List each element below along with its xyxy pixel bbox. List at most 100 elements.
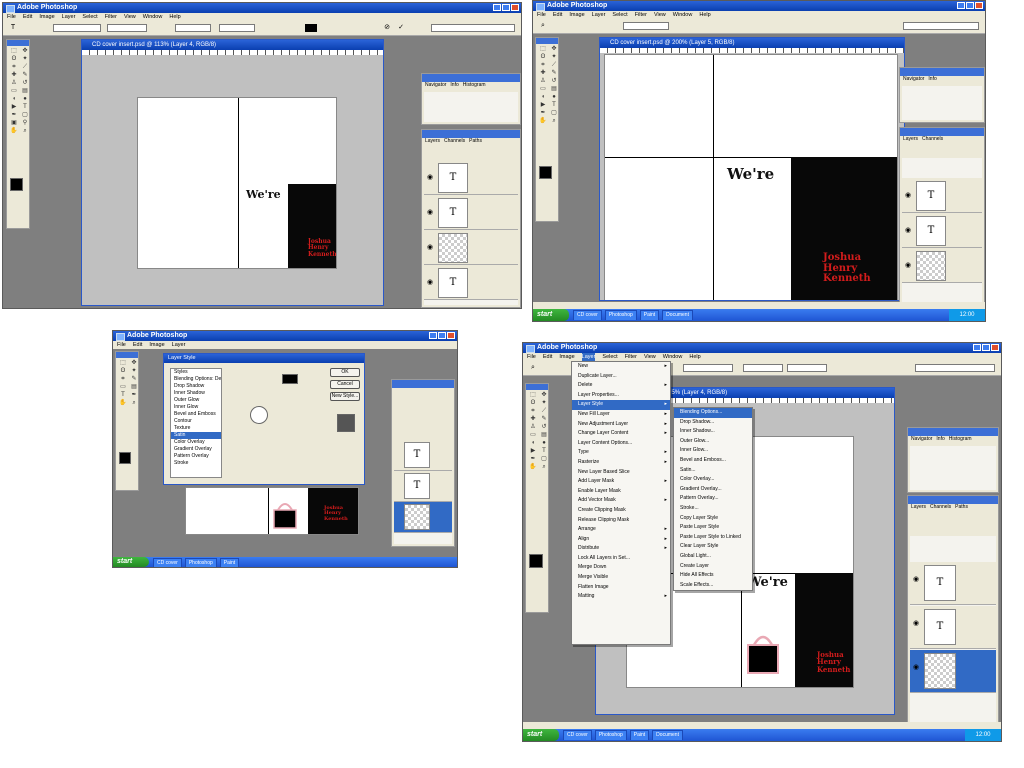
eye-icon[interactable]: ◉ [427,278,433,286]
effect-color-swatch[interactable] [282,374,298,384]
ok-button[interactable]: OK [330,368,360,377]
style-item[interactable]: Gradient Overlay [171,446,221,453]
menu-layer[interactable]: Layer [62,13,76,21]
submenu-item-pattern-overlay[interactable]: Pattern Overlay... [674,494,752,504]
healing-tool-icon[interactable]: ✚ [538,70,548,77]
stamp-tool-icon[interactable]: ♙ [9,80,19,87]
zoom-tool-icon[interactable]: ⌕ [129,400,139,407]
style-item[interactable]: Drop Shadow [171,383,221,390]
taskbar-item[interactable]: Photoshop [594,730,627,740]
menu-item-merge-down[interactable]: Merge Down [572,563,670,573]
tab-histogram[interactable]: Histogram [949,436,972,443]
blur-tool-icon[interactable]: ◖ [538,94,548,101]
menu-item-layer-properties[interactable]: Layer Properties... [572,391,670,401]
crop-tool-icon[interactable]: ⌗ [9,64,19,71]
style-item[interactable]: Styles [171,369,221,376]
submenu-item-clear-style[interactable]: Clear Layer Style [674,542,752,552]
pen-tool-icon[interactable]: ✒ [538,110,548,117]
submenu-item-drop-shadow[interactable]: Drop Shadow... [674,418,752,428]
magic-wand-icon[interactable]: ✦ [539,400,549,407]
minimize-button[interactable] [429,332,437,339]
menu-item-layer-content-options[interactable]: Layer Content Options... [572,439,670,449]
submenu-item-inner-glow[interactable]: Inner Glow... [674,446,752,456]
canvas[interactable]: We're Joshua Henry Kenneth [604,54,898,300]
layer-row[interactable]: ◉ T [902,178,982,213]
menu-item-type[interactable]: Type [572,448,670,458]
lasso-tool-icon[interactable]: ʘ [9,56,19,63]
lasso-tool-icon[interactable]: ʘ [538,54,548,61]
option-button[interactable] [743,364,783,372]
type-tool-icon[interactable]: T [20,104,30,111]
layer-row-selected[interactable] [394,502,452,533]
dodge-tool-icon[interactable]: ● [20,96,30,103]
menu-item-layer-style[interactable]: Layer Style [572,400,670,410]
menu-help[interactable]: Help [169,13,180,21]
foreground-color[interactable] [529,554,543,568]
submenu-item-bevel-emboss[interactable]: Bevel and Emboss... [674,456,752,466]
menu-item-new-adjustment-layer[interactable]: New Adjustment Layer [572,420,670,430]
stamp-tool-icon[interactable]: ♙ [528,424,538,431]
menu-view[interactable]: View [644,353,656,361]
submenu-item-global-light[interactable]: Global Light... [674,552,752,562]
menu-item-flatten-image[interactable]: Flatten Image [572,583,670,593]
menu-edit[interactable]: Edit [23,13,32,21]
move-tool-icon[interactable]: ✥ [20,48,30,55]
magic-wand-icon[interactable]: ✦ [129,368,139,375]
taskbar-item[interactable]: CD cover [573,310,602,320]
eraser-tool-icon[interactable]: ▭ [9,88,19,95]
lasso-tool-icon[interactable]: ʘ [118,368,128,375]
menu-image[interactable]: Image [39,13,54,21]
move-tool-icon[interactable]: ✥ [129,360,139,367]
style-item[interactable]: Outer Glow [171,397,221,404]
history-brush-icon[interactable]: ↺ [539,424,549,431]
menu-item-delete[interactable]: Delete [572,381,670,391]
zoom-tool-icon[interactable]: ⌕ [549,118,559,125]
magic-wand-icon[interactable]: ✦ [549,54,559,61]
style-item[interactable]: Bevel and Emboss [171,411,221,418]
notes-tool-icon[interactable]: ▣ [9,120,19,127]
close-button[interactable] [991,344,999,351]
layer-row[interactable]: ◉ T [902,213,982,248]
eye-icon[interactable]: ◉ [427,173,433,181]
menu-layer-open[interactable]: Layer [581,353,596,361]
eraser-tool-icon[interactable]: ▭ [528,432,538,439]
submenu-item-paste-style-linked[interactable]: Paste Layer Style to Linked [674,533,752,543]
eye-icon[interactable]: ◉ [913,575,919,583]
menu-select[interactable]: Select [82,13,97,21]
workspace-select[interactable] [915,364,995,372]
workspace-select[interactable] [431,24,515,32]
new-style-button[interactable]: New Style... [330,392,360,401]
eye-icon[interactable]: ◉ [905,191,911,199]
eye-icon[interactable]: ◉ [905,226,911,234]
taskbar-item[interactable]: Photoshop [604,310,637,320]
submenu-item-gradient-overlay[interactable]: Gradient Overlay... [674,485,752,495]
menu-item-create-clipping-mask[interactable]: Create Clipping Mask [572,506,670,516]
type-tool-icon[interactable]: T [118,392,128,399]
crop-tool-icon[interactable]: ⌗ [118,376,128,383]
submenu-item-blending-options[interactable]: Blending Options... [674,408,752,418]
style-item[interactable]: Texture [171,425,221,432]
maximize-button[interactable] [966,2,974,9]
canvas[interactable]: We're Joshua Henry Kenneth [137,97,337,269]
layer-row[interactable]: ◉ T [910,562,996,605]
stamp-tool-icon[interactable]: ♙ [538,78,548,85]
submenu-item-inner-shadow[interactable]: Inner Shadow... [674,427,752,437]
history-brush-icon[interactable]: ↺ [20,80,30,87]
menu-view[interactable]: View [654,11,666,19]
menu-image[interactable]: Image [559,353,574,361]
taskbar-item[interactable]: Document [652,730,683,740]
menu-item-new[interactable]: New [572,362,670,372]
maximize-button[interactable] [438,332,446,339]
canvas[interactable]: Joshua Henry Kenneth [185,487,359,535]
font-style-select[interactable] [107,24,147,32]
eye-icon[interactable]: ◉ [427,243,433,251]
eye-icon[interactable]: ◉ [427,208,433,216]
brush-tool-icon[interactable]: ✎ [539,416,549,423]
taskbar-item[interactable]: Paint [629,730,650,740]
eye-icon[interactable]: ◉ [913,663,919,671]
submenu-item-stroke[interactable]: Stroke... [674,504,752,514]
gradient-tool-icon[interactable]: ▤ [539,432,549,439]
style-item[interactable]: Contour [171,418,221,425]
angle-dial[interactable] [250,406,268,424]
menu-item-rasterize[interactable]: Rasterize [572,458,670,468]
